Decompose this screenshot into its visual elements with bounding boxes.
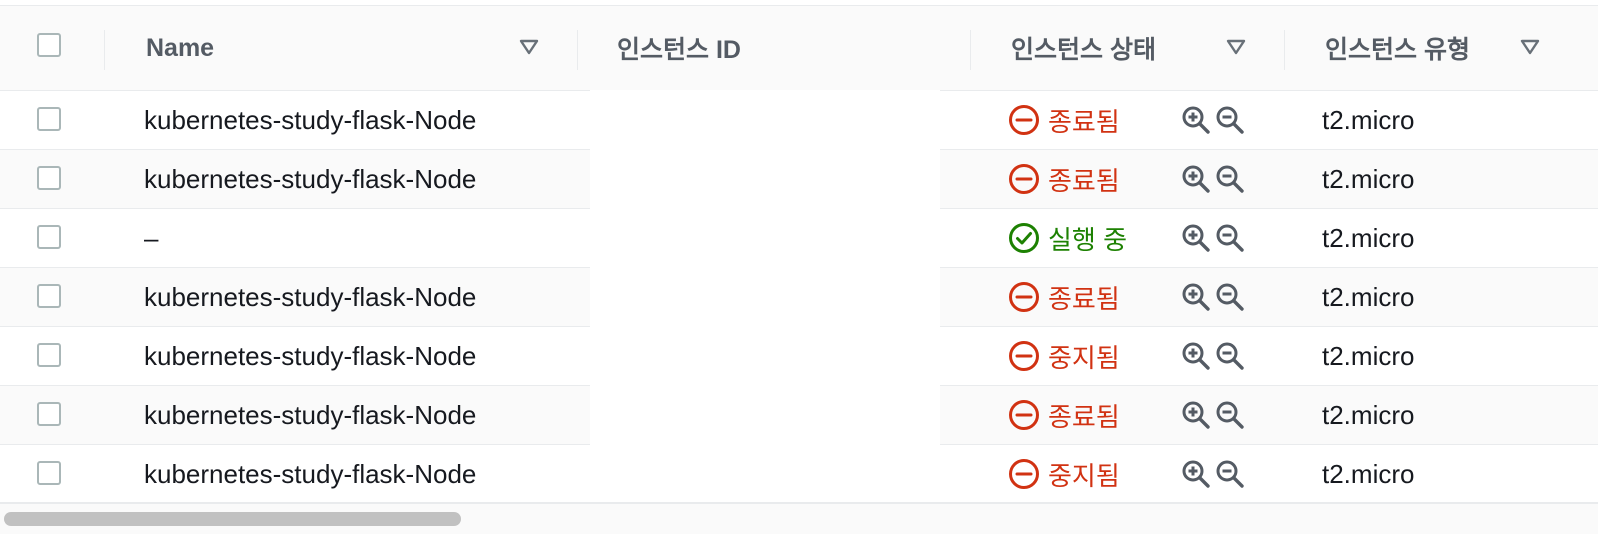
state-filter-actions [1180, 91, 1246, 149]
instance-type: t2.micro [1322, 399, 1415, 430]
row-checkbox[interactable] [37, 343, 61, 367]
zoom-out-icon[interactable] [1214, 163, 1246, 195]
zoom-in-icon[interactable] [1180, 222, 1212, 254]
instance-state-label: 중지됨 [1048, 342, 1120, 373]
instance-state: 종료됨 [1008, 91, 1120, 149]
check-circle-icon [1009, 223, 1039, 253]
instance-state-label: 중지됨 [1048, 460, 1120, 491]
sort-down-icon[interactable] [1225, 38, 1247, 56]
column-divider[interactable] [577, 30, 578, 70]
zoom-out-icon[interactable] [1214, 222, 1246, 254]
instance-name: kubernetes-study-flask-Node [144, 281, 477, 312]
zoom-out-icon[interactable] [1214, 104, 1246, 136]
column-header-label: Name [146, 33, 215, 62]
zoom-in-icon[interactable] [1180, 281, 1212, 313]
sort-down-icon[interactable] [1519, 38, 1541, 56]
select-all-checkbox[interactable] [37, 33, 61, 57]
instance-state-label: 종료됨 [1048, 106, 1120, 137]
instance-state-label: 실행 중 [1048, 224, 1127, 255]
row-checkbox[interactable] [37, 166, 61, 190]
instance-state: 종료됨 [1008, 268, 1120, 326]
zoom-in-icon[interactable] [1180, 104, 1212, 136]
instance-type: t2.micro [1322, 163, 1415, 194]
minus-circle-icon [1009, 400, 1039, 430]
minus-circle-icon [1009, 164, 1039, 194]
column-header-label: 인스턴스 ID [617, 36, 741, 64]
column-divider[interactable] [104, 30, 105, 70]
instances-table: Name 인스턴스 ID 인스턴스 상태 인스턴스 유형 kubernetes-… [0, 0, 1598, 534]
instance-state: 중지됨 [1008, 327, 1120, 385]
instance-state-label: 종료됨 [1048, 283, 1120, 314]
column-header-instance-type[interactable]: 인스턴스 유형 [1325, 6, 1470, 90]
instance-name: kubernetes-study-flask-Node [144, 340, 477, 371]
zoom-in-icon[interactable] [1180, 458, 1212, 490]
table-header: Name 인스턴스 ID 인스턴스 상태 인스턴스 유형 [0, 6, 1598, 91]
zoom-out-icon[interactable] [1214, 340, 1246, 372]
column-header-instance-state[interactable]: 인스턴스 상태 [1011, 6, 1156, 90]
row-checkbox[interactable] [37, 107, 61, 131]
state-filter-actions [1180, 268, 1246, 326]
zoom-in-icon[interactable] [1180, 340, 1212, 372]
instance-type: t2.micro [1322, 281, 1415, 312]
row-checkbox[interactable] [37, 225, 61, 249]
zoom-out-icon[interactable] [1214, 399, 1246, 431]
instance-id-column-redacted [590, 90, 940, 502]
horizontal-scrollbar[interactable] [0, 502, 1598, 534]
instance-state-label: 종료됨 [1048, 401, 1120, 432]
instance-type: t2.micro [1322, 222, 1415, 253]
sort-down-icon[interactable] [518, 38, 540, 56]
state-filter-actions [1180, 327, 1246, 385]
instance-state: 실행 중 [1008, 209, 1127, 267]
minus-circle-icon [1009, 282, 1039, 312]
instance-name: – [144, 222, 159, 253]
column-header-label: 인스턴스 유형 [1325, 36, 1470, 64]
instance-type: t2.micro [1322, 340, 1415, 371]
instance-state-label: 종료됨 [1048, 165, 1120, 196]
instance-type: t2.micro [1322, 458, 1415, 489]
row-checkbox[interactable] [37, 461, 61, 485]
state-filter-actions [1180, 445, 1246, 503]
row-checkbox[interactable] [37, 284, 61, 308]
zoom-in-icon[interactable] [1180, 163, 1212, 195]
instance-state: 종료됨 [1008, 386, 1120, 444]
state-filter-actions [1180, 150, 1246, 208]
minus-circle-icon [1009, 105, 1039, 135]
column-header-name[interactable]: Name [146, 6, 214, 90]
zoom-in-icon[interactable] [1180, 399, 1212, 431]
minus-circle-icon [1009, 341, 1039, 371]
instance-name: kubernetes-study-flask-Node [144, 104, 477, 135]
scrollbar-thumb[interactable] [4, 512, 461, 526]
column-header-label: 인스턴스 상태 [1011, 36, 1156, 64]
state-filter-actions [1180, 386, 1246, 444]
column-header-instance-id[interactable]: 인스턴스 ID [617, 6, 741, 90]
zoom-out-icon[interactable] [1214, 458, 1246, 490]
column-divider[interactable] [1284, 30, 1285, 70]
instance-name: kubernetes-study-flask-Node [144, 458, 477, 489]
state-filter-actions [1180, 209, 1246, 267]
row-checkbox[interactable] [37, 402, 61, 426]
zoom-out-icon[interactable] [1214, 281, 1246, 313]
column-divider[interactable] [970, 30, 971, 70]
instance-state: 중지됨 [1008, 445, 1120, 503]
instance-name: kubernetes-study-flask-Node [144, 399, 477, 430]
instance-name: kubernetes-study-flask-Node [144, 163, 477, 194]
minus-circle-icon [1009, 459, 1039, 489]
instance-state: 종료됨 [1008, 150, 1120, 208]
instance-type: t2.micro [1322, 104, 1415, 135]
